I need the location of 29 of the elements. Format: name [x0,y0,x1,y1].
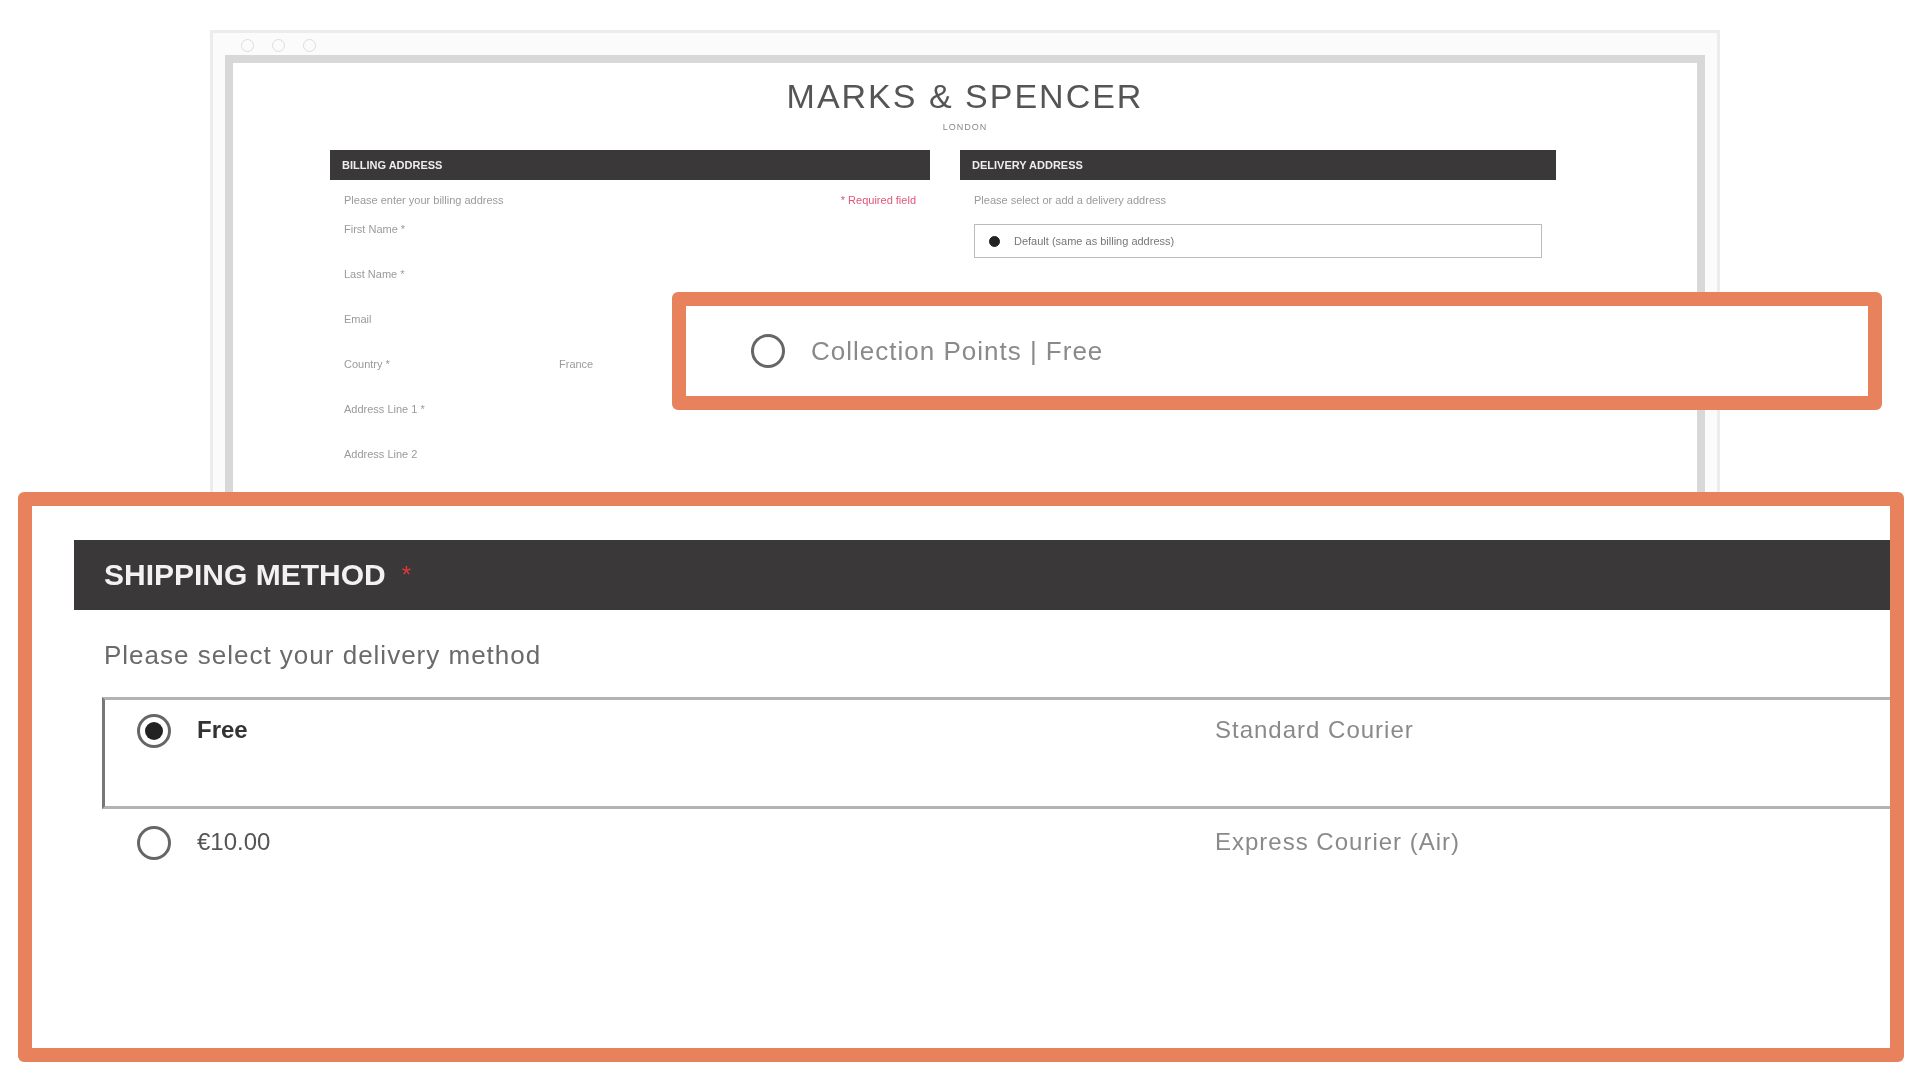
radio-button[interactable] [989,235,1000,247]
logo-subtitle: LONDON [941,122,989,132]
address-option[interactable]: Default (same as billing address) [974,224,1542,258]
radio-button[interactable] [137,826,171,860]
field-label: Address Line 2 [344,447,419,460]
option-label: Collection Points | Free [811,335,1104,367]
section-title: SHIPPING METHOD [104,558,386,592]
required-mark: * [401,561,412,589]
option-price: Free [197,715,249,744]
field-label: Last Name * [344,267,406,280]
section-intro: Please enter your billing address [344,194,504,206]
section-header: BILLING ADDRESS [330,150,930,180]
option-name: Express Courier (Air) [1215,827,1462,856]
field-label: Address Line 1 * [344,402,426,415]
section-header: DELIVERY ADDRESS [960,150,1556,180]
store-logo: MARKS & SPENCER [785,76,1145,116]
radio-button[interactable] [751,334,785,368]
option-name: Standard Courier [1215,715,1415,744]
section-intro: Please select your delivery method [103,639,543,672]
field-label: First Name * [344,222,407,235]
option-price: €10.00 [197,827,272,856]
field-label: Email [344,312,373,325]
shipping-option[interactable]: €10.00 Express Courier (Air) [102,809,1890,921]
radio-button[interactable] [137,714,171,748]
section-intro: Please select or add a delivery address [974,194,1166,206]
option-label: Default (same as billing address) [1014,235,1175,247]
shipping-option[interactable]: Free Standard Courier [102,697,1890,809]
required-note: * Required field [840,194,916,206]
field-label: Country * [344,357,391,370]
